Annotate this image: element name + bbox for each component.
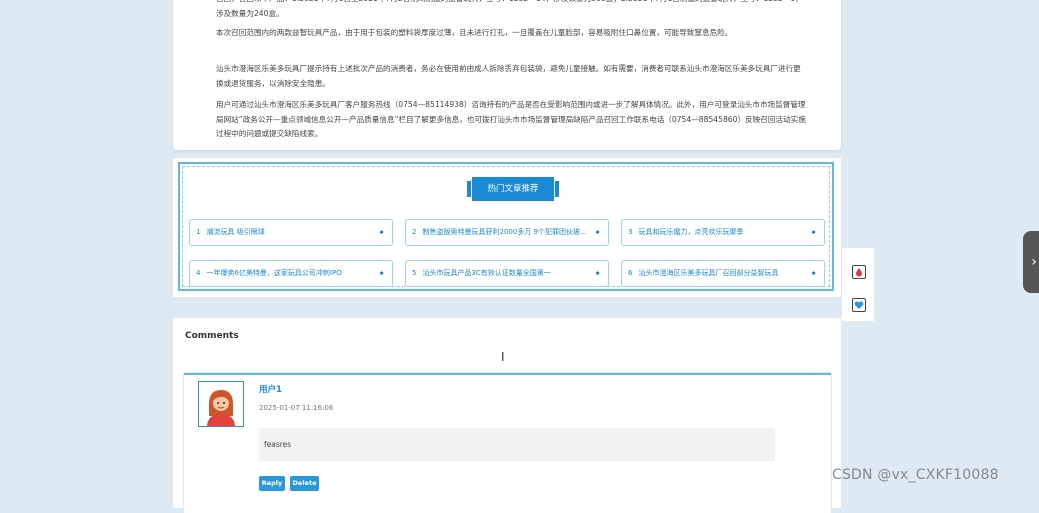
hot-article-index: 1 (196, 228, 201, 236)
article-paragraph-3: 汕头市澄海区乐美多玩具厂提示持有上述批次产品的消费者，务必在使用前由成人拆除丢弃… (216, 64, 801, 88)
drop-icon[interactable] (852, 265, 866, 279)
hot-article-link[interactable]: 6 汕头市澄海区乐美多玩具厂召回部分益智玩具 ✦ (621, 260, 825, 287)
hot-articles-title: 热门文章推荐 (467, 177, 559, 201)
watermark: CSDN @vx_CXKF10088 (832, 467, 999, 483)
chevron-right-icon: › (1031, 254, 1037, 270)
comment-item: 用户1 2025-01-07 11:16:06 feasres Reply De… (184, 373, 831, 513)
pin-icon: ✦ (378, 228, 385, 237)
pin-icon: ✦ (378, 269, 385, 278)
hot-article-index: 6 (628, 269, 633, 277)
article-card: 召回，召回以下产品：1.2021年7月1日至2021年7月2日期间制造的益智玩具… (173, 0, 841, 150)
hot-article-title: 潮流玩具 吸引眼球 (206, 228, 265, 236)
comment-username[interactable]: 用户1 (259, 383, 282, 395)
hot-article-link[interactable]: 5 汕头市玩具产品3C有效认证数量全国第一 ✦ (405, 260, 609, 287)
hot-article-index: 3 (628, 228, 633, 236)
article-paragraph-2: 本次召回范围内的两款益智玩具产品，由于用于包装的塑料袋厚度过薄，且未进行打孔，一… (216, 28, 733, 37)
pin-icon: ✦ (810, 269, 817, 278)
text-cursor-icon: I (501, 350, 505, 364)
hot-article-title: 一年爆卖6亿美特曼，这家玩具公司冲刺IPO (206, 269, 342, 277)
hot-article-title: 汕头市玩具产品3C有效认证数量全国第一 (422, 269, 551, 277)
comments-section: Comments 用户1 2025-01-07 11:16:06 feasres… (173, 318, 841, 513)
hot-article-title: 汕头市澄海区乐美多玩具厂召回部分益智玩具 (638, 269, 779, 277)
comment-body: feasres (259, 428, 775, 461)
delete-button[interactable]: Delete (290, 476, 319, 491)
hot-article-title: 制售盗版奥特曼玩具获利2000多万 9个犯罪团伙被... (422, 228, 587, 236)
hot-article-title: 玩具和玩乐魔力，点亮欢乐玩聚季 (638, 228, 744, 236)
comments-title: Comments (185, 331, 239, 341)
hot-article-link[interactable]: 1 潮流玩具 吸引眼球 ✦ (189, 219, 393, 246)
article-paragraph-1: 召回，召回以下产品：1.2021年7月1日至2021年7月2日期间制造的益智玩具… (216, 0, 803, 18)
hot-article-link[interactable]: 2 制售盗版奥特曼玩具获利2000多万 9个犯罪团伙被... ✦ (405, 219, 609, 246)
hot-articles-section: 热门文章推荐 1 潮流玩具 吸引眼球 ✦ 2 制售盗版奥特曼玩具获利2000多万 9… (173, 158, 841, 297)
hot-article-link[interactable]: 4 一年爆卖6亿美特曼，这家玩具公司冲刺IPO ✦ (189, 260, 393, 287)
pin-icon: ✦ (810, 228, 817, 237)
hot-articles-frame: 热门文章推荐 1 潮流玩具 吸引眼球 ✦ 2 制售盗版奥特曼玩具获利2000多万 9… (178, 162, 834, 291)
article-paragraph-4: 用户可通过汕头市澄海区乐美多玩具厂客户服务热线（0754—85114938）咨询… (216, 100, 806, 138)
reply-button[interactable]: Reply (259, 476, 285, 491)
hot-article-index: 5 (412, 269, 417, 277)
side-action-bar (842, 248, 874, 321)
pin-icon: ✦ (594, 228, 601, 237)
sidebar-toggle-tab[interactable]: › (1023, 231, 1039, 293)
hot-article-index: 2 (412, 228, 417, 236)
hot-article-index: 4 (196, 269, 201, 277)
avatar (198, 381, 244, 427)
heart-icon[interactable] (852, 298, 866, 312)
comment-timestamp: 2025-01-07 11:16:06 (259, 404, 334, 412)
hot-article-link[interactable]: 3 玩具和玩乐魔力，点亮欢乐玩聚季 ✦ (621, 219, 825, 246)
pin-icon: ✦ (594, 269, 601, 278)
